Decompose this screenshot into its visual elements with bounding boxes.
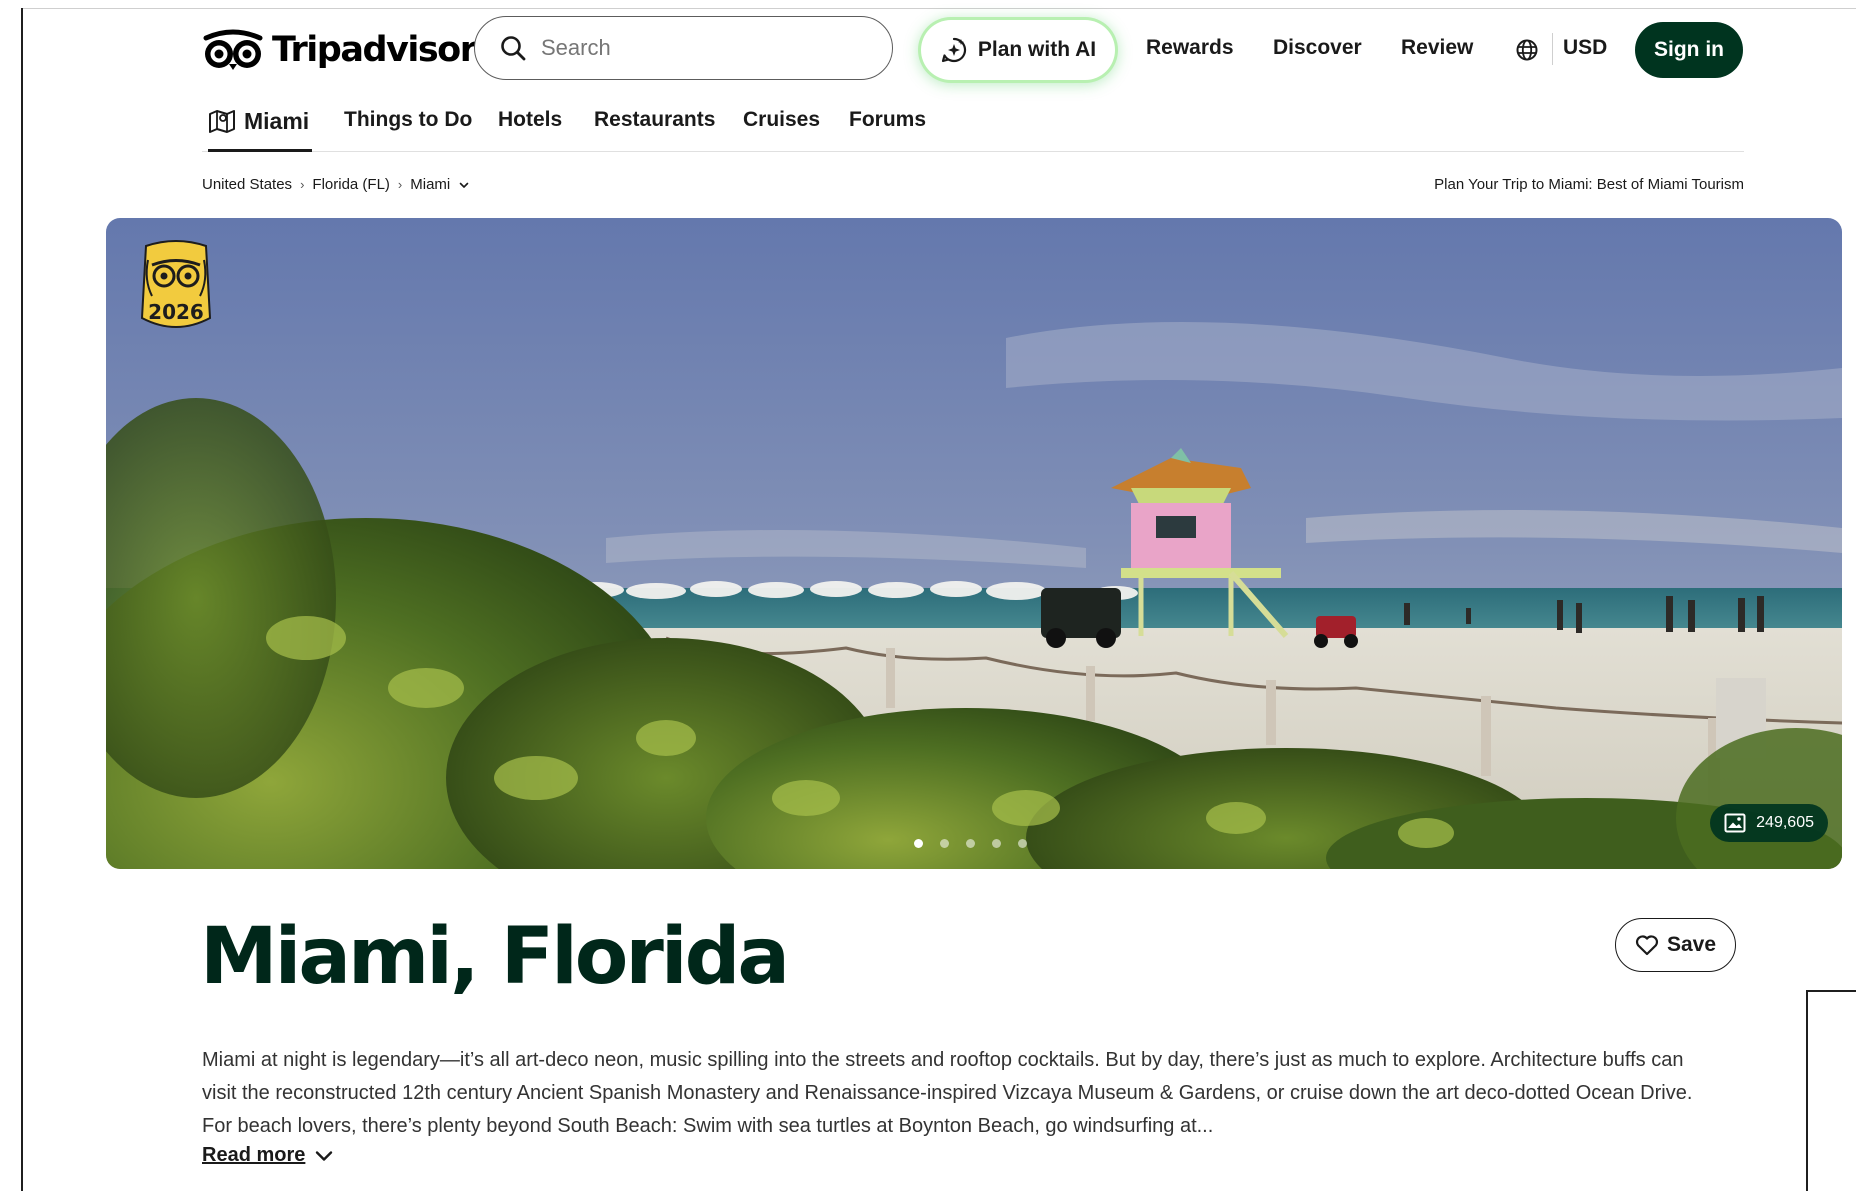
search-input[interactable] <box>541 35 861 61</box>
owl-logo-icon <box>203 29 263 70</box>
breadcrumb-florida[interactable]: Florida (FL) <box>312 176 390 193</box>
sign-in-button[interactable]: Sign in <box>1635 22 1743 78</box>
nav-review[interactable]: Review <box>1401 36 1473 60</box>
plan-with-ai-label: Plan with AI <box>977 38 1097 61</box>
carousel-dot[interactable] <box>940 839 949 848</box>
tripadvisor-logo[interactable]: Tripadvisor <box>202 28 477 72</box>
currency-selector[interactable]: USD <box>1563 36 1607 60</box>
sparkle-icon <box>941 37 966 63</box>
heart-icon <box>1635 935 1659 956</box>
map-icon <box>209 110 235 133</box>
photo-count-label: 249,605 <box>1756 814 1814 831</box>
search-bar[interactable] <box>474 16 893 80</box>
save-button[interactable]: Save <box>1615 918 1736 972</box>
award-year: 2026 <box>148 300 204 324</box>
carousel-dot[interactable] <box>914 839 923 848</box>
window-frame-top <box>21 8 1856 9</box>
carousel-dot[interactable] <box>992 839 1001 848</box>
read-more-button[interactable]: Read more <box>202 1144 333 1167</box>
tab-things-to-do[interactable]: Things to Do <box>344 108 472 132</box>
page-title: Miami, Florida <box>200 912 790 1002</box>
window-frame-left <box>21 8 23 1191</box>
plan-trip-link[interactable]: Plan Your Trip to Miami: Best of Miami T… <box>1434 176 1744 193</box>
tab-miami-label: Miami <box>244 108 310 134</box>
window-frame-corner <box>1806 990 1856 1191</box>
carousel-dot[interactable] <box>1018 839 1027 848</box>
breadcrumb-miami[interactable]: Miami <box>410 176 450 193</box>
destination-subnav: Miami Things to Do Hotels Restaurants Cr… <box>202 100 1744 152</box>
tab-hotels[interactable]: Hotels <box>498 108 562 132</box>
chevron-down-icon[interactable] <box>458 179 470 191</box>
destination-description: Miami at night is legendary—it’s all art… <box>202 1049 1693 1137</box>
nav-rewards[interactable]: Rewards <box>1146 36 1234 60</box>
award-badge-icon: 2026 <box>140 240 212 328</box>
nav-divider <box>1552 33 1553 65</box>
carousel-dots <box>914 839 1027 848</box>
tab-miami[interactable]: Miami <box>208 100 312 152</box>
read-more-label: Read more <box>202 1144 306 1166</box>
plan-with-ai-button[interactable]: Plan with AI <box>921 20 1115 80</box>
hero-image-carousel[interactable]: 2026 249,605 <box>106 218 1842 869</box>
tab-cruises[interactable]: Cruises <box>743 108 820 132</box>
breadcrumb-united-states[interactable]: United States <box>202 176 292 193</box>
brand-name: Tripadvisor <box>272 30 477 70</box>
image-icon <box>1724 813 1746 833</box>
chevron-down-icon <box>316 1150 333 1161</box>
hero-beach-photo <box>106 218 1842 869</box>
tab-forums[interactable]: Forums <box>849 108 926 132</box>
breadcrumb-separator: › <box>397 177 403 192</box>
photo-count-button[interactable]: 249,605 <box>1710 804 1828 842</box>
tab-restaurants[interactable]: Restaurants <box>594 108 715 132</box>
breadcrumb-separator: › <box>300 177 305 192</box>
breadcrumb: United States › Florida (FL) › Miami <box>202 176 470 193</box>
search-icon <box>501 36 526 61</box>
globe-icon[interactable] <box>1515 38 1539 62</box>
nav-discover[interactable]: Discover <box>1273 36 1362 60</box>
save-label: Save <box>1666 933 1717 956</box>
carousel-dot[interactable] <box>966 839 975 848</box>
